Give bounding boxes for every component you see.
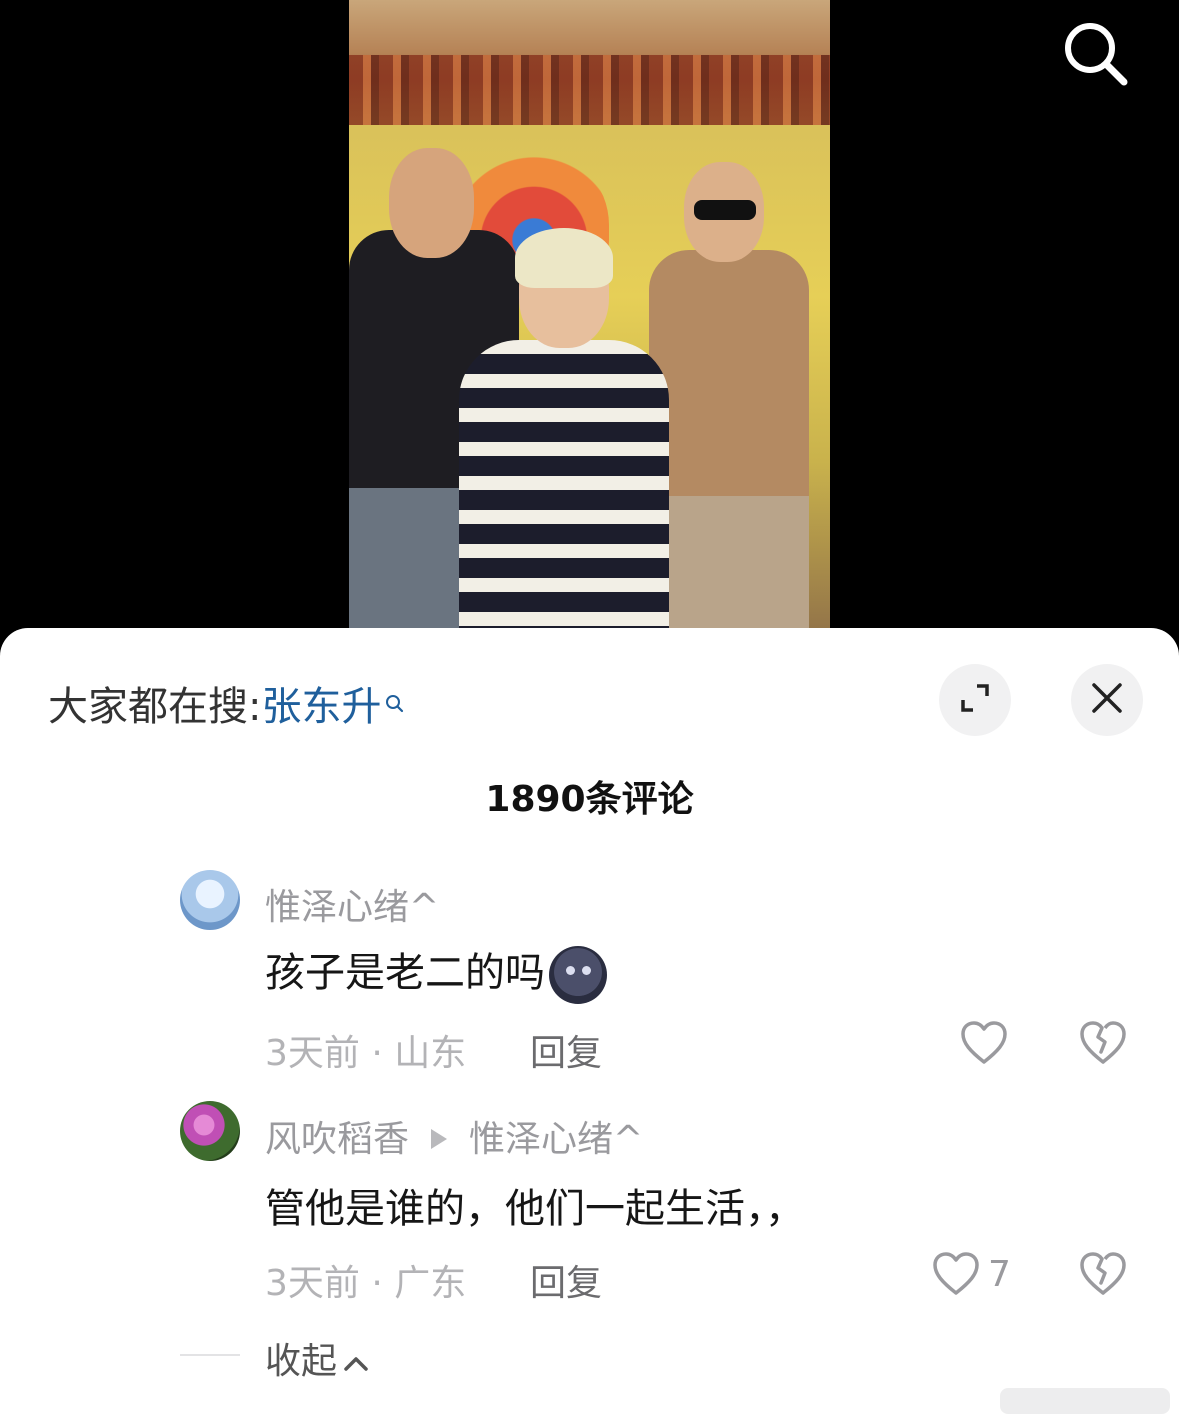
watermark-overlay — [1000, 1388, 1170, 1414]
comment-sheet: 大家都在搜:张东升 1890条评论 惟泽心绪^ 孩子是老二的吗 3天前 · 山东… — [0, 628, 1179, 1426]
comment-username[interactable]: 惟泽心绪^ — [265, 878, 439, 930]
expand-button[interactable] — [939, 664, 1011, 736]
hot-search-banner[interactable]: 大家都在搜:张东升 — [48, 674, 405, 732]
video-player[interactable] — [0, 0, 1179, 660]
person-right — [649, 250, 809, 660]
comment-count: 1890条评论 — [485, 779, 694, 820]
beanie-hat — [515, 228, 613, 288]
collapse-divider — [180, 1354, 240, 1356]
comment-text: 孩子是老二的吗 — [265, 940, 607, 1004]
video-frame[interactable] — [349, 0, 830, 660]
comment-meta: 3天前 · 广东 — [265, 1263, 467, 1304]
new-moon-face-emoji — [549, 946, 607, 1004]
reply-button[interactable]: 回复 — [530, 1024, 602, 1076]
heart-icon[interactable] — [932, 1251, 980, 1301]
decorative-band — [349, 55, 830, 125]
person-left-head — [389, 148, 474, 258]
hot-search-term[interactable]: 张东升 — [261, 684, 381, 730]
chevron-up-icon — [337, 1341, 369, 1382]
comment-text-body: 孩子是老二的吗 — [265, 950, 545, 996]
search-icon[interactable] — [1060, 18, 1130, 88]
hot-search-prefix: 大家都在搜: — [48, 684, 262, 730]
avatar[interactable] — [180, 870, 240, 930]
reply-header: 风吹稻香 惟泽心绪^ — [265, 1110, 643, 1162]
person-center — [459, 340, 669, 660]
sunglasses — [694, 200, 756, 220]
avatar[interactable] — [180, 1101, 240, 1161]
close-icon — [1089, 680, 1125, 720]
broken-heart-icon[interactable] — [1078, 1020, 1128, 1070]
close-button[interactable] — [1071, 664, 1143, 736]
collapse-replies-button[interactable]: 收起 — [265, 1332, 369, 1384]
expand-icon — [957, 680, 993, 720]
comment-username[interactable]: 风吹稻香 — [265, 1119, 409, 1160]
heart-icon[interactable] — [960, 1020, 1008, 1070]
collapse-label: 收起 — [265, 1341, 338, 1382]
broken-heart-icon[interactable] — [1078, 1251, 1128, 1301]
like-count: 7 — [988, 1254, 1011, 1295]
reply-arrow-icon — [431, 1129, 448, 1149]
mini-search-icon — [385, 678, 405, 724]
reply-to-username[interactable]: 惟泽心绪^ — [469, 1119, 643, 1160]
reply-button[interactable]: 回复 — [530, 1254, 602, 1306]
comment-meta: 3天前 · 山东 — [265, 1033, 467, 1074]
comment-text: 管他是谁的，他们一起生活，， — [265, 1186, 805, 1232]
